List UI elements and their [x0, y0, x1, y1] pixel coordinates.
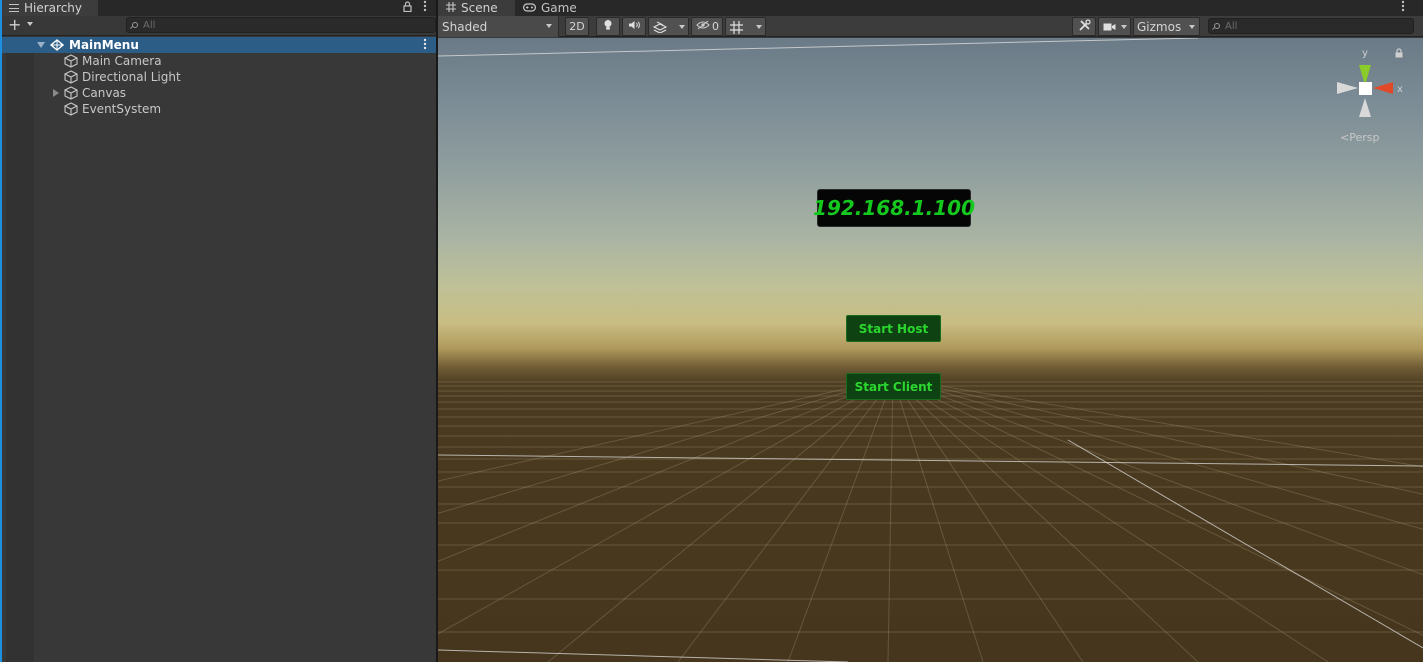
start-client-button[interactable]: Start Client: [846, 373, 941, 400]
audio-toggle-button[interactable]: [622, 17, 646, 36]
hierarchy-tree: MainMenu Main Camera Directional Light C…: [2, 37, 436, 117]
camera-settings-dropdown[interactable]: [1098, 17, 1131, 36]
ip-address-text[interactable]: 192.168.1.100: [813, 189, 975, 227]
eye-hidden-icon: [696, 20, 710, 33]
lock-icon[interactable]: [403, 1, 412, 15]
hierarchy-gutter: [6, 37, 34, 662]
search-icon: [132, 22, 138, 28]
gizmo-y-label: y: [1362, 48, 1368, 59]
hierarchy-item-label: EventSystem: [82, 102, 162, 116]
gameobject-cube-icon: [64, 54, 78, 68]
tab-scene-label: Scene: [461, 1, 498, 15]
hierarchy-toolbar: + All: [2, 16, 436, 36]
effects-dropdown[interactable]: [648, 17, 689, 36]
chevron-down-icon: [546, 24, 552, 28]
hidden-objects-count: 0: [712, 20, 719, 33]
hierarchy-item-label: Directional Light: [82, 70, 181, 84]
scene-viewport[interactable]: 192.168.1.100 Start Host Start Client y …: [438, 38, 1423, 662]
search-icon: [1214, 23, 1220, 29]
list-icon: [9, 4, 19, 12]
scene-menu-icon[interactable]: [1400, 0, 1406, 14]
scene-menu-icon[interactable]: [422, 38, 428, 53]
hierarchy-item-canvas[interactable]: Canvas: [2, 85, 436, 101]
hierarchy-item-label: MainMenu: [69, 38, 139, 52]
hierarchy-item-label: Canvas: [82, 86, 127, 100]
toggle-2d-button[interactable]: 2D: [565, 17, 589, 36]
scene-search-placeholder: All: [1225, 20, 1238, 32]
hierarchy-item-mainmenu[interactable]: MainMenu: [2, 37, 436, 53]
tab-scene[interactable]: Scene: [438, 0, 515, 16]
hierarchy-search-input[interactable]: All: [126, 17, 436, 33]
camera-icon: [1103, 22, 1116, 35]
scene-toolbar: Shaded 2D 0 Gizmos All: [438, 16, 1423, 37]
grid-snapping-dropdown[interactable]: [725, 17, 766, 36]
lightbulb-icon: [603, 19, 613, 34]
gizmos-label: Gizmos: [1137, 19, 1182, 34]
effects-layers-icon: [652, 21, 668, 36]
tools-button[interactable]: [1072, 17, 1096, 36]
hierarchy-menu-icon[interactable]: [422, 0, 428, 14]
gizmo-center-cube: [1359, 82, 1372, 95]
tab-hierarchy-label: Hierarchy: [24, 1, 83, 15]
gameobject-cube-icon: [64, 70, 78, 84]
gameobject-cube-icon: [64, 86, 78, 100]
chevron-down-icon: [1121, 25, 1127, 29]
hierarchy-item-directional-light[interactable]: Directional Light: [2, 69, 436, 85]
lighting-toggle-button[interactable]: [596, 17, 620, 36]
chevron-down-icon: [756, 25, 762, 29]
tab-game-label: Game: [541, 1, 577, 15]
hierarchy-tab-bar: Hierarchy: [2, 0, 436, 16]
start-host-button[interactable]: Start Host: [846, 315, 941, 342]
draw-mode-dropdown[interactable]: Shaded: [438, 16, 559, 37]
hierarchy-item-eventsystem[interactable]: EventSystem: [2, 101, 436, 117]
expand-caret-icon[interactable]: [53, 89, 59, 97]
tab-hierarchy[interactable]: Hierarchy: [2, 0, 98, 16]
x-axis-cone-icon: [1373, 82, 1393, 94]
unity-scene-icon: [49, 38, 65, 51]
hierarchy-panel: Hierarchy + All MainMenu Main Camera Dir…: [0, 0, 436, 662]
hidden-objects-toggle[interactable]: 0: [691, 17, 723, 36]
gizmo-x-label: x: [1397, 84, 1403, 95]
chevron-down-icon: [679, 25, 685, 29]
gizmos-dropdown[interactable]: Gizmos: [1133, 17, 1200, 36]
hierarchy-item-label: Main Camera: [82, 54, 162, 68]
gamepad-icon: [523, 1, 537, 15]
projection-toggle[interactable]: <Persp: [1340, 131, 1379, 144]
hierarchy-search-placeholder: All: [143, 19, 156, 31]
chevron-down-icon: [1189, 25, 1195, 29]
add-dropdown-arrow-icon[interactable]: [27, 22, 33, 26]
add-object-button[interactable]: +: [8, 17, 21, 33]
hierarchy-item-main-camera[interactable]: Main Camera: [2, 53, 436, 69]
scene-panel: Scene Game Shaded 2D 0 Gizmos All 192.16…: [438, 0, 1423, 662]
collapse-caret-icon[interactable]: [37, 42, 45, 48]
wrench-icon: [1078, 18, 1091, 35]
ground-grid: [438, 38, 1423, 662]
scene-search-input[interactable]: All: [1208, 18, 1414, 34]
gameobject-cube-icon: [64, 102, 78, 116]
grid-icon: [730, 21, 743, 37]
scene-grid-icon: [446, 1, 456, 15]
projection-label: Persp: [1349, 131, 1380, 144]
draw-mode-value: Shaded: [442, 19, 488, 34]
perspective-icon: <: [1340, 131, 1350, 144]
speaker-icon: [628, 20, 641, 33]
scene-tab-bar: Scene Game: [438, 0, 1423, 16]
gizmo-lock-icon[interactable]: [1395, 48, 1403, 61]
tab-game[interactable]: Game: [515, 0, 595, 16]
